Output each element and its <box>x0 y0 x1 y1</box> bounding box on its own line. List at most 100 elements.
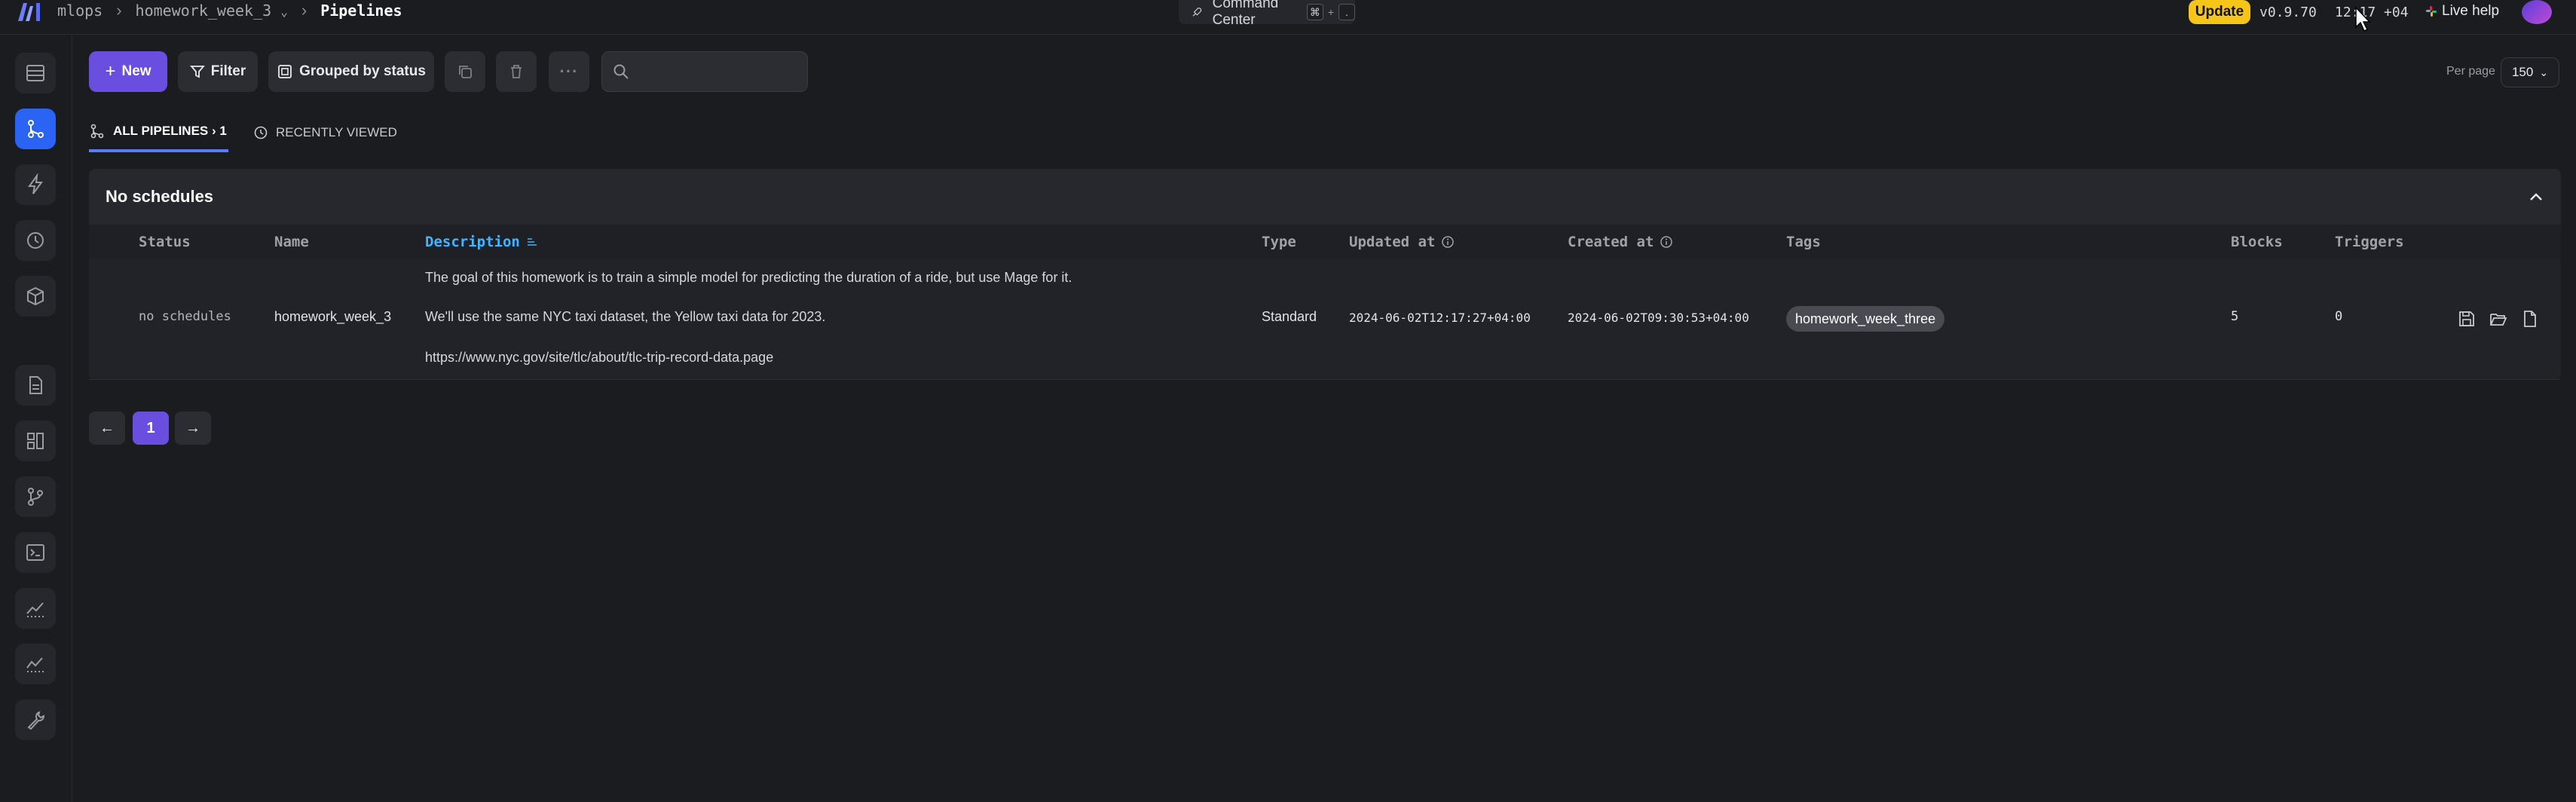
avatar[interactable] <box>2522 0 2552 24</box>
new-label: New <box>121 63 151 79</box>
column-label: Blocks <box>2231 234 2283 250</box>
rocket-icon <box>1192 8 1202 17</box>
file-icon[interactable] <box>2520 309 2540 329</box>
search-field[interactable] <box>601 51 808 92</box>
sort-ascending-icon <box>527 238 537 246</box>
clone-button[interactable] <box>445 51 485 92</box>
command-center-button[interactable]: Command Center ⌘ + . <box>1179 0 1355 28</box>
delete-button[interactable] <box>496 51 537 92</box>
pipeline-created-at: 2024-06-02T09:30:53+04:00 <box>1568 311 1749 325</box>
table-row[interactable]: no schedules homework_week_3 The goal of… <box>89 259 2561 380</box>
column-label: Status <box>139 234 191 250</box>
git-branch-icon <box>28 488 43 506</box>
description-line: We'll use the same NYC taxi dataset, the… <box>425 309 826 324</box>
nav-triggers[interactable] <box>15 164 56 205</box>
nav-runs[interactable] <box>15 220 56 261</box>
shortcut-key-period: . <box>1338 4 1355 20</box>
search-icon <box>613 64 629 79</box>
folder-open-icon[interactable] <box>2489 309 2508 329</box>
chevron-right-icon: › <box>116 1 122 20</box>
save-icon[interactable] <box>2457 309 2477 329</box>
column-header-name[interactable]: Name <box>274 234 309 250</box>
cube-icon <box>27 286 44 306</box>
nav-pipelines[interactable] <box>15 109 56 149</box>
previous-page-button[interactable]: ← <box>89 412 125 445</box>
trend-icon <box>26 657 44 672</box>
file-icon <box>29 376 42 394</box>
slack-icon <box>2426 6 2437 17</box>
more-actions-button[interactable]: ··· <box>549 51 589 92</box>
nav-settings[interactable] <box>15 699 56 740</box>
column-header-status[interactable]: Status <box>139 234 191 250</box>
live-help-button[interactable]: Live help <box>2425 2 2499 21</box>
pipeline-name[interactable]: homework_week_3 <box>274 309 391 325</box>
page-1-button[interactable]: 1 <box>133 412 169 445</box>
chevron-up-icon[interactable] <box>2525 185 2547 208</box>
lightning-icon <box>28 173 43 194</box>
tab-recent-label: RECENTLY VIEWED <box>276 125 397 139</box>
filter-button[interactable]: Filter <box>178 51 258 92</box>
group-header[interactable]: No schedules <box>89 169 2561 225</box>
nav-monitoring[interactable] <box>15 588 56 629</box>
info-icon[interactable] <box>1660 235 1673 249</box>
nav-templates[interactable] <box>15 421 56 461</box>
tab-recently-viewed[interactable]: RECENTLY VIEWED <box>253 113 397 152</box>
shortcut-plus: + <box>1327 6 1334 18</box>
breadcrumb-pipeline[interactable]: homework_week_3 ⌄ <box>136 2 288 20</box>
nav-files[interactable] <box>15 365 56 406</box>
filter-icon <box>189 66 205 78</box>
search-input[interactable] <box>637 63 795 80</box>
breadcrumb-pipeline-label: homework_week_3 <box>135 2 272 20</box>
description-line: The goal of this homework is to train a … <box>425 270 1072 285</box>
column-label: Created at <box>1568 234 1654 250</box>
next-page-button[interactable]: → <box>175 412 211 445</box>
nav-overview[interactable] <box>15 53 56 93</box>
column-label: Triggers <box>2335 234 2404 250</box>
pipeline-icon <box>28 120 44 138</box>
left-navigation <box>0 35 72 802</box>
version-label: v0.9.70 <box>2259 5 2317 20</box>
mouse-cursor-icon <box>2355 6 2371 32</box>
command-center-label: Command Center <box>1212 0 1279 28</box>
column-header-blocks[interactable]: Blocks <box>2231 234 2283 250</box>
nav-terminal[interactable] <box>15 532 56 573</box>
column-header-description[interactable]: Description <box>425 234 538 250</box>
nav-metrics[interactable] <box>15 644 56 684</box>
column-header-created-at[interactable]: Created at <box>1568 234 1673 250</box>
mage-logo-icon[interactable] <box>17 2 44 23</box>
tag-pill[interactable]: homework_week_three <box>1786 306 1945 332</box>
column-label: Name <box>274 234 309 250</box>
column-label: Updated at <box>1349 234 1436 250</box>
group-by-button[interactable]: Grouped by status <box>268 51 434 92</box>
filter-label: Filter <box>210 63 246 79</box>
nav-version-control[interactable] <box>15 476 56 517</box>
table-header: Status Name Description Type Updated at … <box>89 225 2561 259</box>
pipeline-blocks-count: 5 <box>2231 309 2239 324</box>
column-header-updated-at[interactable]: Updated at <box>1349 234 1455 250</box>
column-header-triggers[interactable]: Triggers <box>2335 234 2404 250</box>
trash-icon <box>511 65 522 78</box>
template-icon <box>27 433 44 449</box>
per-page-value: 150 <box>2511 65 2534 79</box>
copy-icon <box>459 66 472 78</box>
breadcrumb-project[interactable]: mlops <box>57 2 102 20</box>
new-pipeline-button[interactable]: + New <box>89 51 167 92</box>
description-link[interactable]: https://www.nyc.gov/site/tlc/about/tlc-t… <box>425 350 773 366</box>
column-header-type[interactable]: Type <box>1262 234 1296 250</box>
per-page-label: Per page <box>2446 65 2495 78</box>
per-page-select[interactable]: 150 ⌄ <box>2501 57 2559 87</box>
group-label: Grouped by status <box>299 63 426 79</box>
info-icon[interactable] <box>1441 235 1455 249</box>
chart-line-icon <box>26 602 44 617</box>
nav-blocks[interactable] <box>15 276 56 317</box>
tab-all-pipelines[interactable]: ALL PIPELINES › 1 <box>89 113 228 152</box>
column-header-tags[interactable]: Tags <box>1786 234 1821 250</box>
terminal-icon <box>26 544 44 561</box>
ellipsis-icon: ··· <box>559 62 579 81</box>
chevron-right-icon: › <box>301 1 307 20</box>
chevron-down-icon: ⌄ <box>2539 66 2549 78</box>
update-button[interactable]: Update <box>2189 0 2250 24</box>
live-help-label: Live help <box>2442 3 2500 19</box>
breadcrumb: mlops › homework_week_3 ⌄ › Pipelines <box>57 0 402 21</box>
pipelines-group-panel: No schedules Status Name Description Typ… <box>89 169 2561 380</box>
